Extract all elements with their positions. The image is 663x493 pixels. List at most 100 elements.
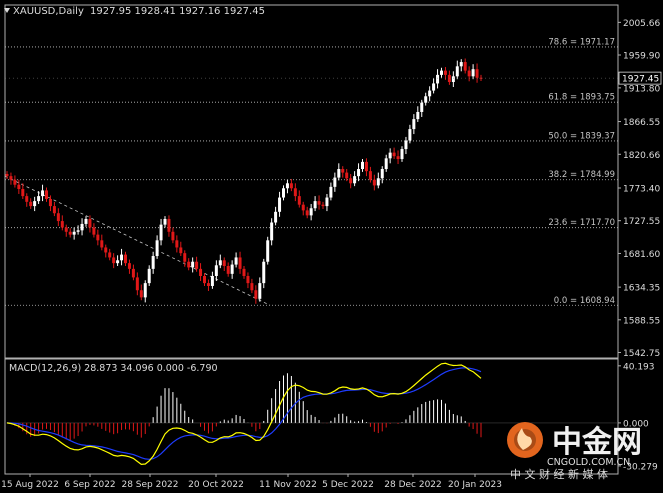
macd-tick-label: 40.193 xyxy=(623,362,655,372)
candle-body xyxy=(17,184,21,189)
candle-body xyxy=(147,268,151,284)
candle-body xyxy=(400,149,404,160)
x-tick-label: 15 Aug 2022 xyxy=(1,480,59,490)
candle-body xyxy=(309,208,313,216)
candle-body xyxy=(214,265,218,276)
price-tick-label: 1820.66 xyxy=(623,151,660,161)
candle-body xyxy=(48,198,52,207)
candle-body xyxy=(270,222,274,241)
candle-body xyxy=(116,260,120,264)
fib-level-label: 38.2 = 1784.99 xyxy=(548,170,615,180)
candle-body xyxy=(131,268,135,278)
ohlc-header: 1927.95 1928.41 1927.16 1927.45 xyxy=(90,6,265,17)
candle-body xyxy=(206,283,210,286)
x-tick-label: 28 Dec 2022 xyxy=(384,480,442,490)
candle-body xyxy=(384,158,388,170)
candle-body xyxy=(301,204,305,211)
fib-level-label: 23.6 = 1717.70 xyxy=(548,218,615,228)
slogan-watermark: 中 文 财 经 新 媒 体 xyxy=(510,467,608,481)
candle-body xyxy=(432,83,436,91)
candle-body xyxy=(376,178,380,186)
x-tick-label: 28 Sep 2022 xyxy=(121,480,178,490)
candle-body xyxy=(412,119,416,130)
candle-body xyxy=(84,218,88,224)
macd-label: MACD(12,26,9) 28.873 34.096 0.000 -6.790 xyxy=(9,363,218,374)
price-tick-label: 2005.66 xyxy=(623,19,660,29)
candle-body xyxy=(443,70,447,75)
candle-body xyxy=(416,111,420,120)
candle-body xyxy=(329,186,333,198)
candle-body xyxy=(317,201,321,205)
candle-body xyxy=(368,171,372,180)
candle-body xyxy=(361,161,364,170)
candle-body xyxy=(64,227,68,232)
candle-body xyxy=(171,231,175,241)
site-watermark: CNGOLD.COM.CN xyxy=(547,457,630,468)
candle-body xyxy=(293,188,297,197)
candle-body xyxy=(266,240,270,262)
fib-level-label: 61.8 = 1893.75 xyxy=(548,93,615,103)
candle-body xyxy=(9,176,13,180)
candle-body xyxy=(258,283,262,299)
candle-body xyxy=(475,69,479,78)
macd-signal-line xyxy=(6,367,482,460)
candle-body xyxy=(242,268,246,276)
candle-body xyxy=(203,275,206,284)
candle-body xyxy=(467,70,471,77)
candle-body xyxy=(278,197,282,212)
x-tick-label: 5 Dec 2022 xyxy=(322,480,374,490)
x-tick-label: 20 Oct 2022 xyxy=(188,480,244,490)
candle-body xyxy=(120,254,124,261)
candle-body xyxy=(210,275,214,286)
candle-body xyxy=(451,76,455,83)
candle-body xyxy=(313,201,317,209)
candle-body xyxy=(218,260,222,266)
candle-body xyxy=(424,96,428,103)
candle-body xyxy=(68,231,72,235)
candle-body xyxy=(408,129,412,141)
watermark-logo: 中金网 CNGOLD.COM.CN 中 文 财 经 新 媒 体 xyxy=(507,422,642,481)
candle-body xyxy=(37,196,41,202)
candle-body xyxy=(325,197,329,207)
candle-body xyxy=(60,221,64,228)
candle-body xyxy=(392,152,396,157)
chart-window: 78.6 = 1971.17 61.8 = 1893.75 50.0 = 1839.… xyxy=(0,0,663,493)
candle-body xyxy=(388,152,392,159)
candle-body xyxy=(305,210,309,216)
candle-body xyxy=(112,257,116,264)
price-tick-label: 1542.75 xyxy=(623,349,660,359)
candle-body xyxy=(155,240,159,257)
macd-main-line xyxy=(6,362,482,466)
candle-body xyxy=(447,74,451,83)
candle-body xyxy=(96,234,100,241)
candle-body xyxy=(274,211,278,223)
candle-body xyxy=(76,230,80,232)
candle-body xyxy=(341,169,345,173)
candle-body xyxy=(191,261,195,268)
candle-body xyxy=(289,183,293,189)
candle-body xyxy=(250,283,254,291)
price-tick-label: 1959.90 xyxy=(623,51,660,61)
candle-body xyxy=(135,277,139,291)
x-tick-label: 20 Jan 2023 xyxy=(448,480,502,490)
symbol-label: XAUUSD,Daily xyxy=(13,6,84,17)
candle-body xyxy=(175,240,179,248)
candle-body xyxy=(364,161,368,172)
candle-body xyxy=(13,179,17,185)
candle-body xyxy=(345,172,349,179)
candle-body xyxy=(100,240,104,248)
candle-body xyxy=(285,183,289,189)
candle-body xyxy=(88,218,92,228)
candle-body xyxy=(428,90,432,97)
candle-body xyxy=(29,201,33,207)
candle-body xyxy=(195,261,199,269)
candle-body xyxy=(455,66,459,77)
candle-body xyxy=(80,223,84,231)
candle-body xyxy=(56,213,60,222)
candle-body xyxy=(254,290,258,299)
candle-body xyxy=(226,266,230,274)
candle-body xyxy=(396,156,400,160)
price-tick-label: 1588.55 xyxy=(623,316,660,326)
candle-body xyxy=(440,70,443,75)
price-tick-label: 1681.60 xyxy=(623,250,660,260)
